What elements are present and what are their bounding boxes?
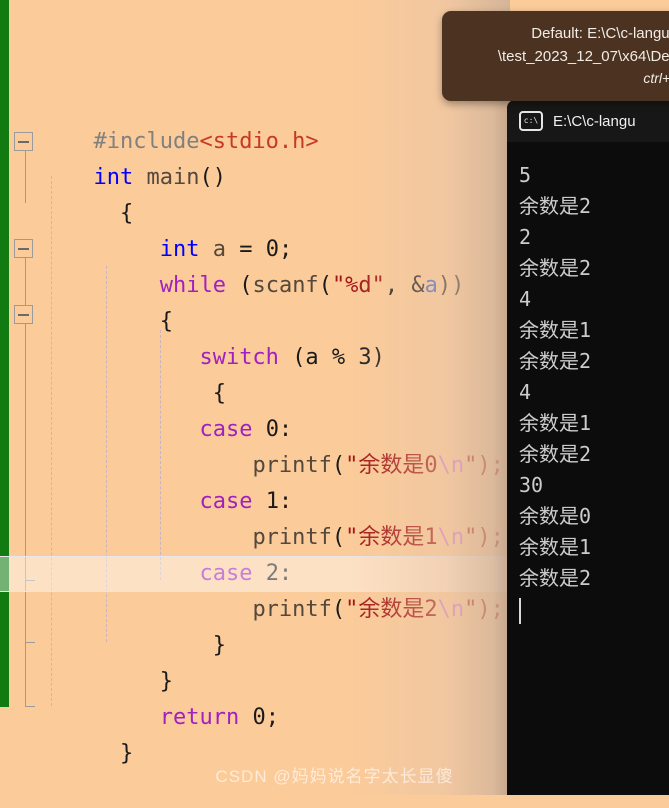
code-line[interactable]: switch (a % 3) xyxy=(0,304,520,370)
console-output: 5 余数是2 2 余数是2 4 余数是1 余数是2 4 余数是1 余数是2 30… xyxy=(507,142,669,624)
console-output-line: 余数是1 xyxy=(519,535,592,559)
code-line[interactable]: printf("余数是0\n"); xyxy=(0,412,520,478)
code-lines[interactable]: #include<stdio.h> int main() { int a = 0… xyxy=(0,88,520,766)
code-line[interactable]: case 1: xyxy=(0,448,520,514)
code-line[interactable]: { xyxy=(0,340,520,406)
code-line[interactable]: } xyxy=(0,592,520,658)
console-titlebar[interactable]: c:\ E:\C\c-langu xyxy=(507,100,669,142)
code-line[interactable]: int a = 0; xyxy=(0,196,520,262)
console-output-line: 余数是2 xyxy=(519,256,592,280)
tooltip-shortcut: ctrl+a xyxy=(643,70,669,86)
code-line[interactable]: return 0; xyxy=(0,664,520,730)
console-output-line: 余数是1 xyxy=(519,318,592,342)
code-line[interactable]: } xyxy=(0,628,520,694)
tooltip-line-2: \test_2023_12_07\x64\Deb xyxy=(497,47,669,65)
build-path-tooltip: Default: E:\C\c-langua \test_2023_12_07\… xyxy=(442,11,669,101)
console-output-line: 余数是2 xyxy=(519,566,592,590)
console-output-line: 余数是2 xyxy=(519,349,592,373)
console-output-line: 4 xyxy=(519,287,532,311)
console-output-line: 5 xyxy=(519,163,532,187)
code-line[interactable]: printf("余数是1\n"); xyxy=(0,484,520,550)
code-line[interactable]: { xyxy=(0,160,520,226)
console-output-line: 余数是2 xyxy=(519,194,592,218)
console-output-line: 余数是1 xyxy=(519,411,592,435)
console-window-title: E:\C\c-langu xyxy=(553,112,636,130)
token-brace-close: } xyxy=(119,741,134,766)
console-icon-glyph: c:\ xyxy=(523,116,539,125)
code-line[interactable]: while (scanf("%d", &a)) xyxy=(0,232,520,298)
console-output-line: 30 xyxy=(519,473,544,497)
console-text-caret xyxy=(519,598,521,624)
tooltip-line-1: Default: E:\C\c-langua xyxy=(531,25,669,42)
console-output-line: 余数是0 xyxy=(519,504,592,528)
code-line[interactable]: { xyxy=(0,268,520,334)
code-line-current[interactable]: printf("余数是2\n"); xyxy=(0,556,520,622)
code-line[interactable]: case 0: xyxy=(0,376,520,442)
code-line[interactable]: case 2: xyxy=(0,520,520,586)
code-line[interactable]: } xyxy=(0,700,520,766)
console-cmd-icon: c:\ xyxy=(519,111,543,131)
console-window[interactable]: c:\ E:\C\c-langu 5 余数是2 2 余数是2 4 余数是1 余数… xyxy=(507,100,669,795)
console-output-line: 2 xyxy=(519,225,532,249)
console-output-line: 4 xyxy=(519,380,532,404)
code-line[interactable]: int main() xyxy=(0,124,520,190)
console-output-line: 余数是2 xyxy=(519,442,592,466)
